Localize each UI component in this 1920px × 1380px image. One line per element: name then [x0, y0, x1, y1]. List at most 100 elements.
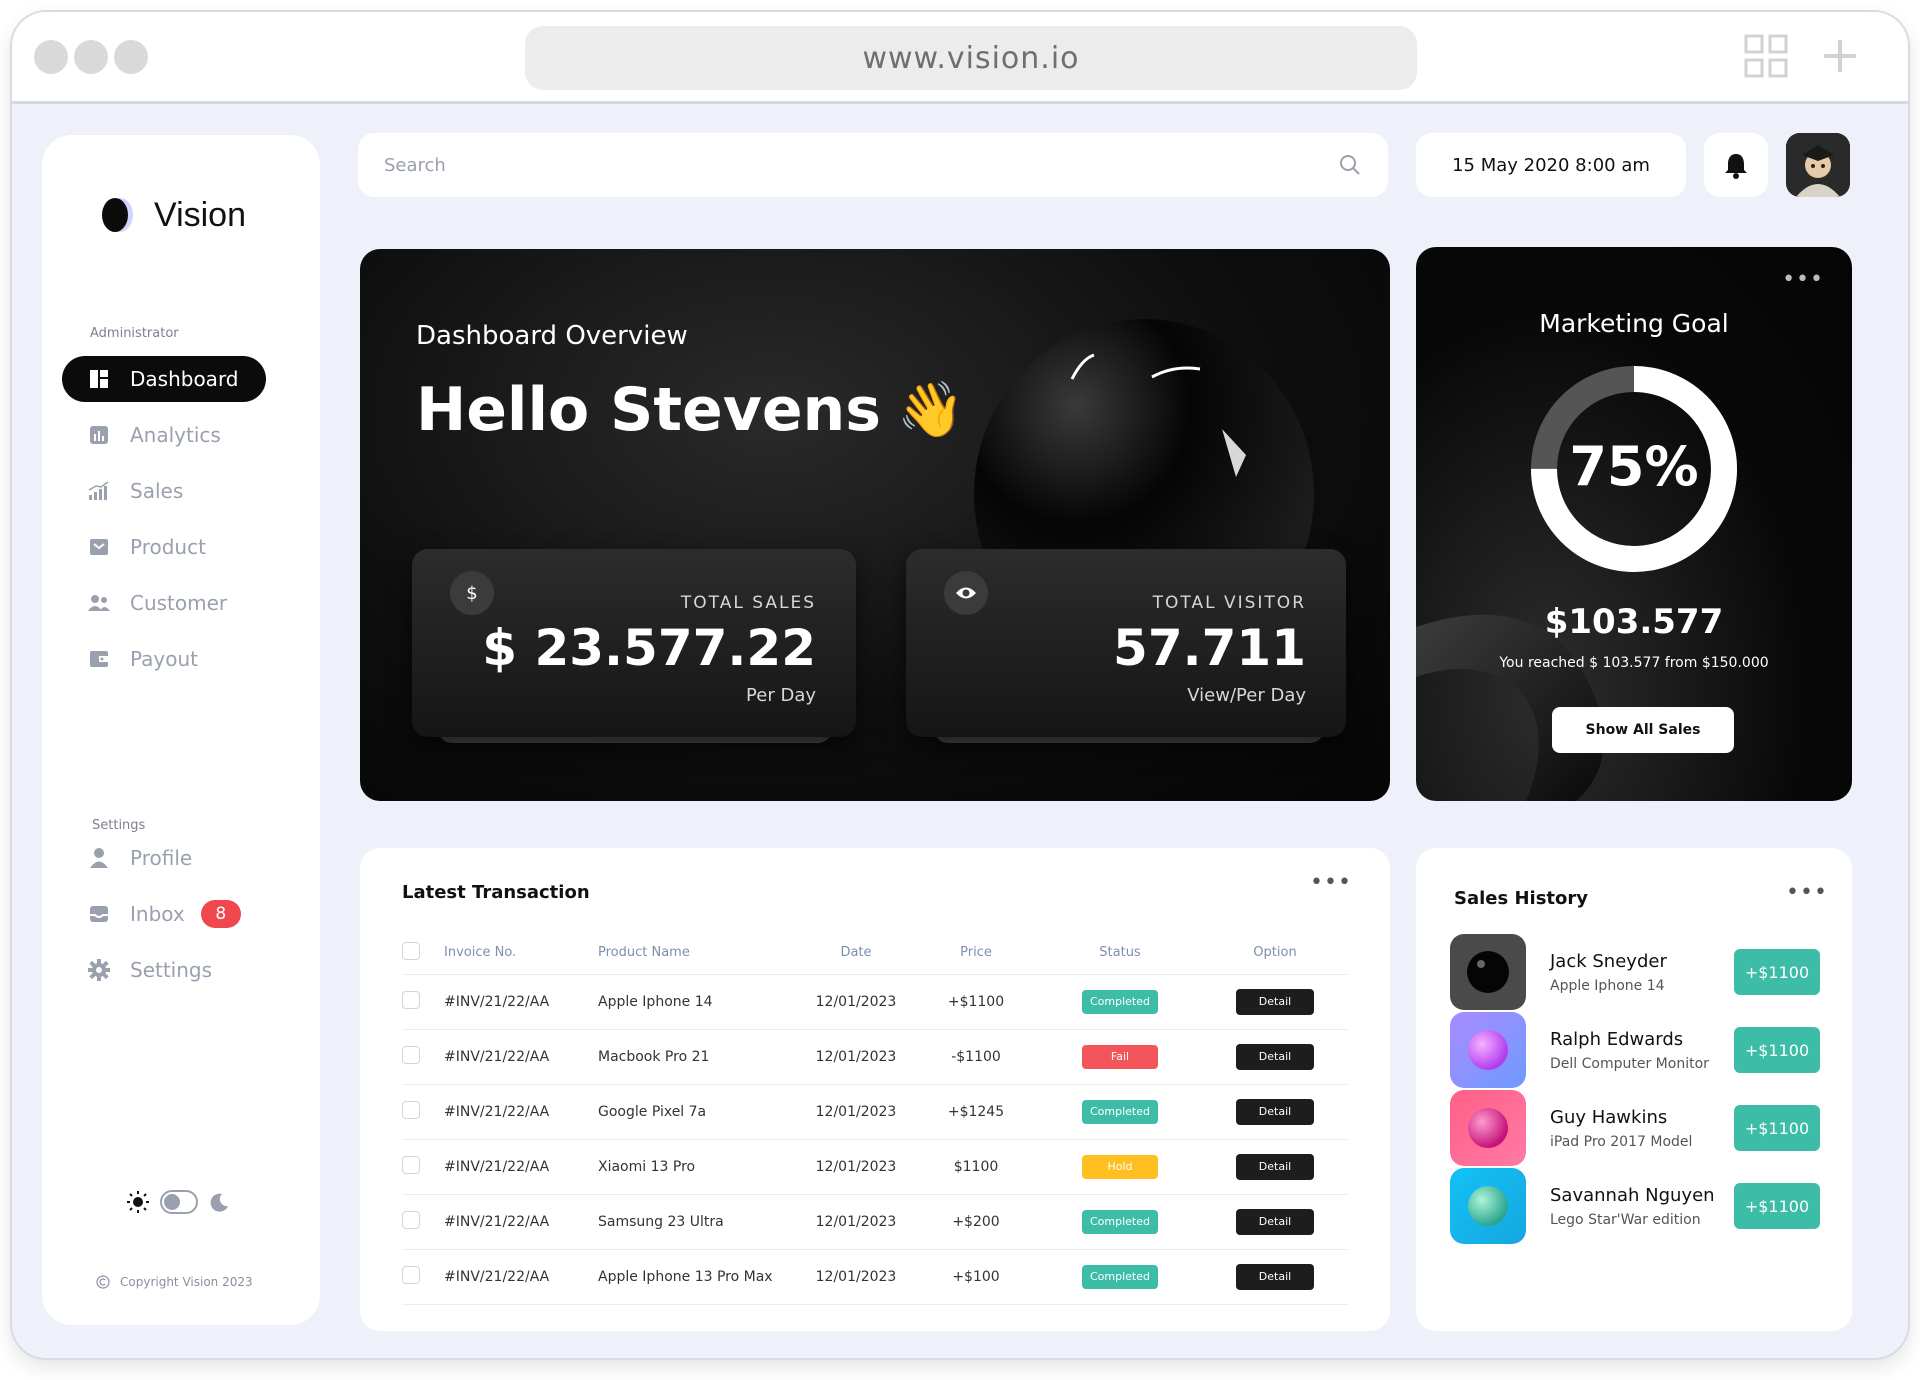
detail-button[interactable]: Detail: [1236, 988, 1314, 1015]
copyright: Copyright Vision 2023: [96, 1275, 253, 1289]
sale-amount-badge[interactable]: +$1100: [1734, 949, 1820, 995]
sales-history-item[interactable]: Guy Hawkins iPad Pro 2017 Model +$1100: [1450, 1090, 1820, 1166]
transaction-date: 12/01/2023: [798, 1029, 914, 1085]
sales-history-card: Sales History ••• Jack Sneyder Apple Iph…: [1416, 848, 1852, 1331]
product-name: Xiaomi 13 Pro: [598, 1139, 798, 1195]
transactions-table: Invoice No. Product Name Date Price Stat…: [402, 932, 1348, 1305]
search-icon[interactable]: [1338, 153, 1362, 177]
dollar-icon: $: [450, 571, 494, 615]
table-row: #INV/21/22/AA Macbook Pro 21 12/01/2023 -$1…: [402, 1029, 1348, 1085]
window-minimize-button[interactable]: [74, 40, 108, 74]
sales-history-more-icon[interactable]: •••: [1786, 880, 1828, 905]
new-tab-icon[interactable]: [1820, 36, 1860, 76]
product-box-icon: [88, 536, 110, 558]
brand-logo[interactable]: Vision: [98, 195, 246, 235]
goal-progress-donut: 75%: [1531, 366, 1737, 572]
sale-info: Ralph Edwards Dell Computer Monitor: [1550, 1029, 1734, 1072]
notifications-button[interactable]: [1704, 133, 1768, 197]
column-header: Status: [1038, 932, 1202, 975]
theme-toggle[interactable]: [126, 1190, 230, 1214]
detail-button[interactable]: Detail: [1236, 1208, 1314, 1235]
decorative-sphere: [974, 319, 1314, 579]
invoice-number: #INV/21/22/AA: [444, 1029, 598, 1085]
inbox-icon: [88, 903, 110, 925]
select-all-checkbox[interactable]: [402, 941, 420, 960]
goal-amount: $103.577: [1544, 602, 1724, 642]
column-header: Invoice No.: [444, 932, 598, 975]
row-checkbox[interactable]: [402, 1045, 420, 1064]
search-bar: [358, 133, 1388, 197]
transactions-more-icon[interactable]: •••: [1310, 870, 1352, 895]
row-checkbox[interactable]: [402, 1155, 420, 1174]
sidebar-item-sales[interactable]: Sales: [62, 468, 266, 514]
row-checkbox[interactable]: [402, 1265, 420, 1284]
copyright-icon: [96, 1275, 110, 1289]
buyer-name: Guy Hawkins: [1550, 1106, 1668, 1128]
sidebar-item-customer[interactable]: Customer: [62, 580, 266, 626]
theme-switch[interactable]: [160, 1190, 198, 1214]
user-icon: [88, 847, 110, 869]
window-maximize-button[interactable]: [114, 40, 148, 74]
detail-button[interactable]: Detail: [1236, 1263, 1314, 1290]
sales-history-item[interactable]: Ralph Edwards Dell Computer Monitor +$11…: [1450, 1012, 1820, 1088]
sidebar-item-analytics[interactable]: Analytics: [62, 412, 266, 458]
sales-history-title: Sales History: [1454, 888, 1588, 909]
product-thumbnail: [1450, 934, 1526, 1010]
marketing-goal-card: ••• Marketing Goal 75% $103.577 You reac…: [1416, 247, 1852, 801]
sale-amount-badge[interactable]: +$1100: [1734, 1027, 1820, 1073]
sales-history-item[interactable]: Jack Sneyder Apple Iphone 14 +$1100: [1450, 934, 1820, 1010]
sale-info: Guy Hawkins iPad Pro 2017 Model: [1550, 1107, 1734, 1150]
sidebar-item-payout[interactable]: Payout: [62, 636, 266, 682]
user-avatar[interactable]: [1786, 133, 1850, 197]
sidebar: Vision Administrator Dashboard Analytics…: [42, 135, 320, 1325]
gear-icon: [88, 959, 110, 981]
total-visitor-card: TOTAL VISITOR 57.711 View/Per Day: [906, 549, 1346, 737]
sidebar-item-product[interactable]: Product: [62, 524, 266, 570]
invoice-number: #INV/21/22/AA: [444, 1194, 598, 1250]
total-sales-unit: Per Day: [746, 685, 816, 706]
product-name: iPad Pro 2017 Model: [1550, 1133, 1693, 1150]
tab-grid-icon[interactable]: [1744, 34, 1790, 80]
search-input[interactable]: [384, 154, 1304, 176]
table-row: #INV/21/22/AA Apple Iphone 13 Pro Max 12/0…: [402, 1249, 1348, 1305]
product-thumbnail: [1450, 1012, 1526, 1088]
window-close-button[interactable]: [34, 40, 68, 74]
row-checkbox[interactable]: [402, 990, 420, 1009]
sales-history-item[interactable]: Savannah Nguyen Lego Star'War edition +$…: [1450, 1168, 1820, 1244]
row-checkbox[interactable]: [402, 1100, 420, 1119]
sidebar-item-inbox[interactable]: Inbox 8: [62, 891, 266, 937]
product-thumbnail: [1450, 1168, 1526, 1244]
address-bar[interactable]: www.vision.io: [525, 26, 1417, 90]
sun-icon[interactable]: [126, 1190, 150, 1214]
detail-button[interactable]: Detail: [1236, 1153, 1314, 1180]
product-name: Samsung 23 Ultra: [598, 1194, 798, 1250]
show-all-sales-button[interactable]: Show All Sales: [1552, 707, 1734, 753]
sidebar-item-label: Payout: [130, 647, 199, 671]
latest-transactions-card: Latest Transaction ••• Invoice No. Produ…: [360, 848, 1390, 1331]
sale-amount-badge[interactable]: +$1100: [1734, 1105, 1820, 1151]
sidebar-item-settings[interactable]: Settings: [62, 947, 266, 993]
transaction-price: +$1245: [914, 1084, 1038, 1140]
sale-amount-badge[interactable]: +$1100: [1734, 1183, 1820, 1229]
detail-button[interactable]: Detail: [1236, 1043, 1314, 1070]
current-datetime: 15 May 2020 8:00 am: [1416, 133, 1686, 197]
status-badge: Completed: [1082, 1099, 1158, 1124]
sidebar-item-label: Customer: [130, 591, 228, 615]
sidebar-item-dashboard[interactable]: Dashboard: [62, 356, 266, 402]
table-header-row: Invoice No. Product Name Date Price Stat…: [402, 932, 1348, 975]
detail-button[interactable]: Detail: [1236, 1098, 1314, 1125]
row-checkbox[interactable]: [402, 1210, 420, 1229]
total-visitor-label: TOTAL VISITOR: [1152, 593, 1306, 613]
dashboard-overview-card: Dashboard Overview Hello Stevens 👋 $ TOT…: [360, 249, 1390, 801]
inbox-count-badge: 8: [200, 900, 241, 928]
total-sales-card: $ TOTAL SALES $ 23.577.22 Per Day: [412, 549, 856, 737]
table-row: #INV/21/22/AA Apple Iphone 14 12/01/2023 +$…: [402, 974, 1348, 1030]
avatar-image: [1786, 133, 1850, 197]
moon-icon[interactable]: [208, 1191, 230, 1213]
sidebar-item-profile[interactable]: Profile: [62, 835, 266, 881]
transactions-title: Latest Transaction: [402, 882, 590, 903]
transaction-price: -$1100: [914, 1029, 1038, 1085]
sale-info: Jack Sneyder Apple Iphone 14: [1550, 951, 1734, 994]
product-name: Dell Computer Monitor: [1550, 1055, 1709, 1072]
marketing-more-icon[interactable]: •••: [1782, 267, 1824, 292]
